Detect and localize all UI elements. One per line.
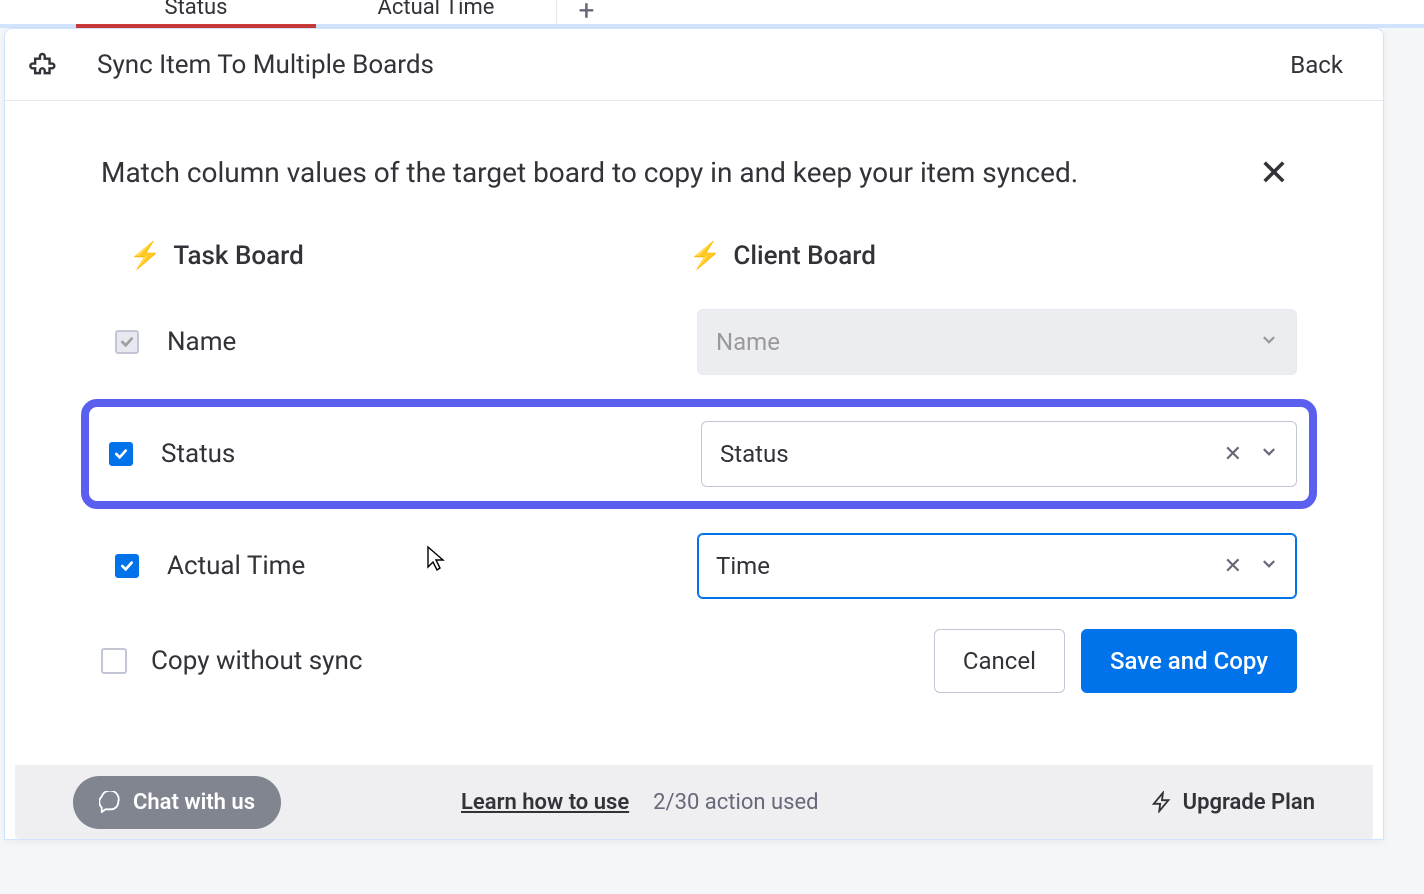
copy-without-sync-checkbox[interactable]: [101, 648, 127, 674]
top-tab-bar: Status Actual Time +: [0, 0, 1424, 28]
source-board-header: ⚡ Task Board: [101, 241, 689, 271]
upgrade-label: Upgrade Plan: [1183, 790, 1315, 815]
time-checkbox[interactable]: [115, 554, 139, 578]
puzzle-icon: [29, 49, 61, 81]
mapping-row-time: Actual Time Time ✕: [101, 533, 1297, 599]
bottom-bar: Chat with us Learn how to use 2/30 actio…: [15, 765, 1373, 839]
close-icon[interactable]: ✕: [1251, 147, 1297, 199]
clear-icon[interactable]: ✕: [1224, 554, 1242, 579]
chat-label: Chat with us: [133, 790, 255, 815]
clear-icon[interactable]: ✕: [1224, 442, 1242, 467]
sync-panel: Sync Item To Multiple Boards Back Match …: [4, 28, 1384, 840]
name-target-select: Name: [697, 309, 1297, 375]
name-checkbox: [115, 330, 139, 354]
back-link[interactable]: Back: [1290, 51, 1343, 79]
chevron-down-icon[interactable]: [1260, 555, 1278, 577]
name-source-label: Name: [167, 327, 697, 357]
tab-status[interactable]: Status: [76, 0, 316, 24]
chevron-down-icon: [1260, 331, 1278, 353]
mapping-row-name: Name Name: [101, 309, 1297, 375]
panel-title: Sync Item To Multiple Boards: [97, 50, 1290, 80]
status-checkbox[interactable]: [109, 442, 133, 466]
cancel-button[interactable]: Cancel: [934, 629, 1065, 693]
source-board-name: Task Board: [173, 241, 303, 271]
copy-without-sync-label: Copy without sync: [151, 646, 934, 676]
tab-actual-time[interactable]: Actual Time: [316, 0, 556, 24]
description-text: Match column values of the target board …: [101, 155, 1251, 191]
save-and-copy-button[interactable]: Save and Copy: [1081, 629, 1297, 693]
add-tab-button[interactable]: +: [556, 0, 616, 24]
time-select-value: Time: [716, 552, 1224, 580]
target-board-header: ⚡ Client Board: [689, 241, 876, 271]
status-source-label: Status: [161, 439, 701, 469]
target-board-name: Client Board: [733, 241, 876, 271]
bolt-icon: ⚡: [129, 241, 161, 271]
time-source-label: Actual Time: [167, 551, 697, 581]
time-target-select[interactable]: Time ✕: [697, 533, 1297, 599]
chat-with-us-button[interactable]: Chat with us: [73, 776, 281, 829]
status-target-select[interactable]: Status ✕: [701, 421, 1297, 487]
mapping-row-status: Status Status ✕: [81, 399, 1317, 509]
bolt-icon: ⚡: [689, 241, 721, 271]
panel-header: Sync Item To Multiple Boards Back: [5, 29, 1383, 101]
chevron-down-icon[interactable]: [1260, 443, 1278, 465]
usage-text: 2/30 action used: [653, 790, 818, 815]
upgrade-plan-button[interactable]: Upgrade Plan: [1151, 790, 1315, 815]
learn-how-link[interactable]: Learn how to use: [461, 790, 629, 815]
status-select-value: Status: [720, 440, 1224, 468]
name-select-value: Name: [716, 328, 1260, 356]
